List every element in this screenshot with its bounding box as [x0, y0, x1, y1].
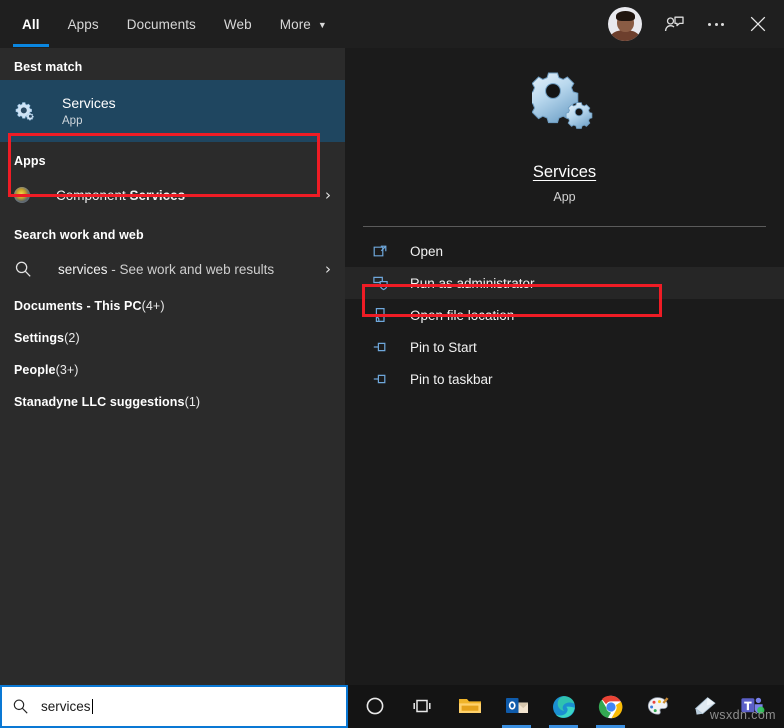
paint-icon [645, 694, 671, 720]
tab-all-label: All [22, 16, 40, 32]
apps-header: Apps [14, 154, 46, 168]
search-filter-tabs: All Apps Documents Web More ▼ [8, 0, 341, 48]
action-pin-to-taskbar-label: Pin to taskbar [410, 371, 493, 387]
chevron-right-icon[interactable]: › [325, 187, 331, 203]
preview-app-kind: App [553, 190, 576, 204]
chevron-right-icon[interactable]: › [325, 261, 331, 277]
tab-all[interactable]: All [8, 0, 54, 48]
tab-documents[interactable]: Documents [113, 0, 210, 48]
search-input[interactable]: services [41, 699, 93, 714]
tab-documents-label: Documents [126, 16, 196, 32]
pin-icon [371, 337, 391, 357]
search-header: All Apps Documents Web More ▼ [0, 0, 784, 48]
taskbar-outlook-icon[interactable] [493, 685, 540, 728]
preview-app-name[interactable]: Services [345, 163, 784, 182]
category-suggestions-label: Stanadyne LLC suggestions [14, 395, 185, 409]
header-actions [608, 0, 778, 48]
ellipsis-icon[interactable] [696, 4, 736, 44]
action-pin-to-taskbar[interactable]: Pin to taskbar [345, 363, 784, 395]
action-open-file-location[interactable]: Open file location [345, 299, 784, 331]
web-header: Search work and web [14, 228, 144, 242]
category-people-label: People [14, 363, 56, 377]
action-pin-to-start-label: Pin to Start [410, 339, 477, 355]
taskbar-task-view-icon[interactable] [399, 685, 446, 728]
tab-apps[interactable]: Apps [54, 0, 113, 48]
taskbar: services wsxdn.com [0, 685, 784, 728]
action-pin-to-start[interactable]: Pin to Start [345, 331, 784, 363]
open-external-icon [371, 241, 391, 261]
category-people-count: (3+) [55, 363, 79, 377]
result-item-text: Services App [62, 95, 116, 128]
result-title: Services [62, 94, 116, 111]
category-settings-count: (2) [64, 331, 80, 345]
result-item-component-services[interactable]: Component Services › [0, 174, 345, 216]
category-settings[interactable]: Settings (2) [0, 322, 345, 354]
taskbar-paint-icon[interactable] [634, 685, 681, 728]
web-result-label: services - See work and web results [58, 261, 275, 277]
category-people[interactable]: People (3+) [0, 354, 345, 386]
taskbar-file-explorer-icon[interactable] [446, 685, 493, 728]
taskbar-search-box[interactable]: services [0, 685, 348, 728]
shield-icon [371, 273, 391, 293]
action-run-as-administrator-label: Run as administrator [410, 275, 535, 291]
action-open-file-location-label: Open file location [410, 307, 515, 323]
taskbar-cortana-icon[interactable] [352, 685, 399, 728]
search-input-value: services [41, 699, 91, 714]
gears-icon [14, 100, 36, 122]
tab-web-label: Web [223, 16, 252, 32]
action-open-label: Open [410, 243, 444, 259]
preview-header: Services App [345, 48, 784, 204]
tab-web[interactable]: Web [210, 0, 266, 48]
category-suggestions[interactable]: Stanadyne LLC suggestions (1) [0, 386, 345, 418]
action-run-as-administrator[interactable]: Run as administrator [345, 267, 784, 299]
microsoft-edge-icon [551, 694, 577, 720]
text-cursor [91, 699, 93, 714]
cortana-icon [363, 694, 389, 720]
result-subtitle: App [62, 115, 83, 128]
search-icon [12, 698, 29, 715]
component-services-icon [14, 187, 30, 203]
google-chrome-icon [598, 694, 624, 720]
close-icon[interactable] [738, 4, 778, 44]
taskbar-google-chrome-icon[interactable] [587, 685, 634, 728]
result-item-services[interactable]: Services App [0, 80, 345, 142]
pin-icon [371, 369, 391, 389]
account-avatar[interactable] [608, 7, 642, 41]
watermark: wsxdn.com [709, 708, 776, 722]
category-suggestions-count: (1) [184, 395, 201, 409]
result-label: Component Services [56, 187, 186, 203]
category-settings-label: Settings [14, 331, 65, 345]
search-results-panel: Best match Services App Apps Component S… [0, 48, 345, 685]
taskbar-microsoft-edge-icon[interactable] [540, 685, 587, 728]
chevron-down-icon: ▼ [317, 19, 327, 30]
category-documents-count: (4+) [141, 299, 165, 313]
tab-more[interactable]: More ▼ [266, 0, 341, 48]
windows-search-flyout: All Apps Documents Web More ▼ Best match… [0, 0, 784, 728]
result-item-web-search[interactable]: services - See work and web results › [0, 248, 345, 290]
task-view-icon [410, 694, 436, 720]
app-actions-list: Open Run as administrator Open file loca… [345, 235, 784, 395]
tab-more-label: More [279, 16, 311, 32]
best-match-header: Best match [14, 60, 83, 74]
preview-divider [363, 226, 766, 227]
file-explorer-icon [457, 694, 483, 720]
category-documents-label: Documents - This PC [14, 299, 142, 313]
feedback-person-icon[interactable] [654, 4, 694, 44]
avatar-hair [615, 11, 635, 21]
tab-apps-label: Apps [67, 16, 99, 32]
app-preview-panel: Services App Open Run as administrator O… [345, 48, 784, 685]
search-icon [14, 260, 32, 278]
action-open[interactable]: Open [345, 235, 784, 267]
gears-icon [527, 70, 598, 130]
outlook-icon [504, 694, 530, 720]
ellipsis-dots [708, 22, 724, 26]
category-documents[interactable]: Documents - This PC (4+) [0, 290, 345, 322]
folder-page-icon [371, 305, 391, 325]
